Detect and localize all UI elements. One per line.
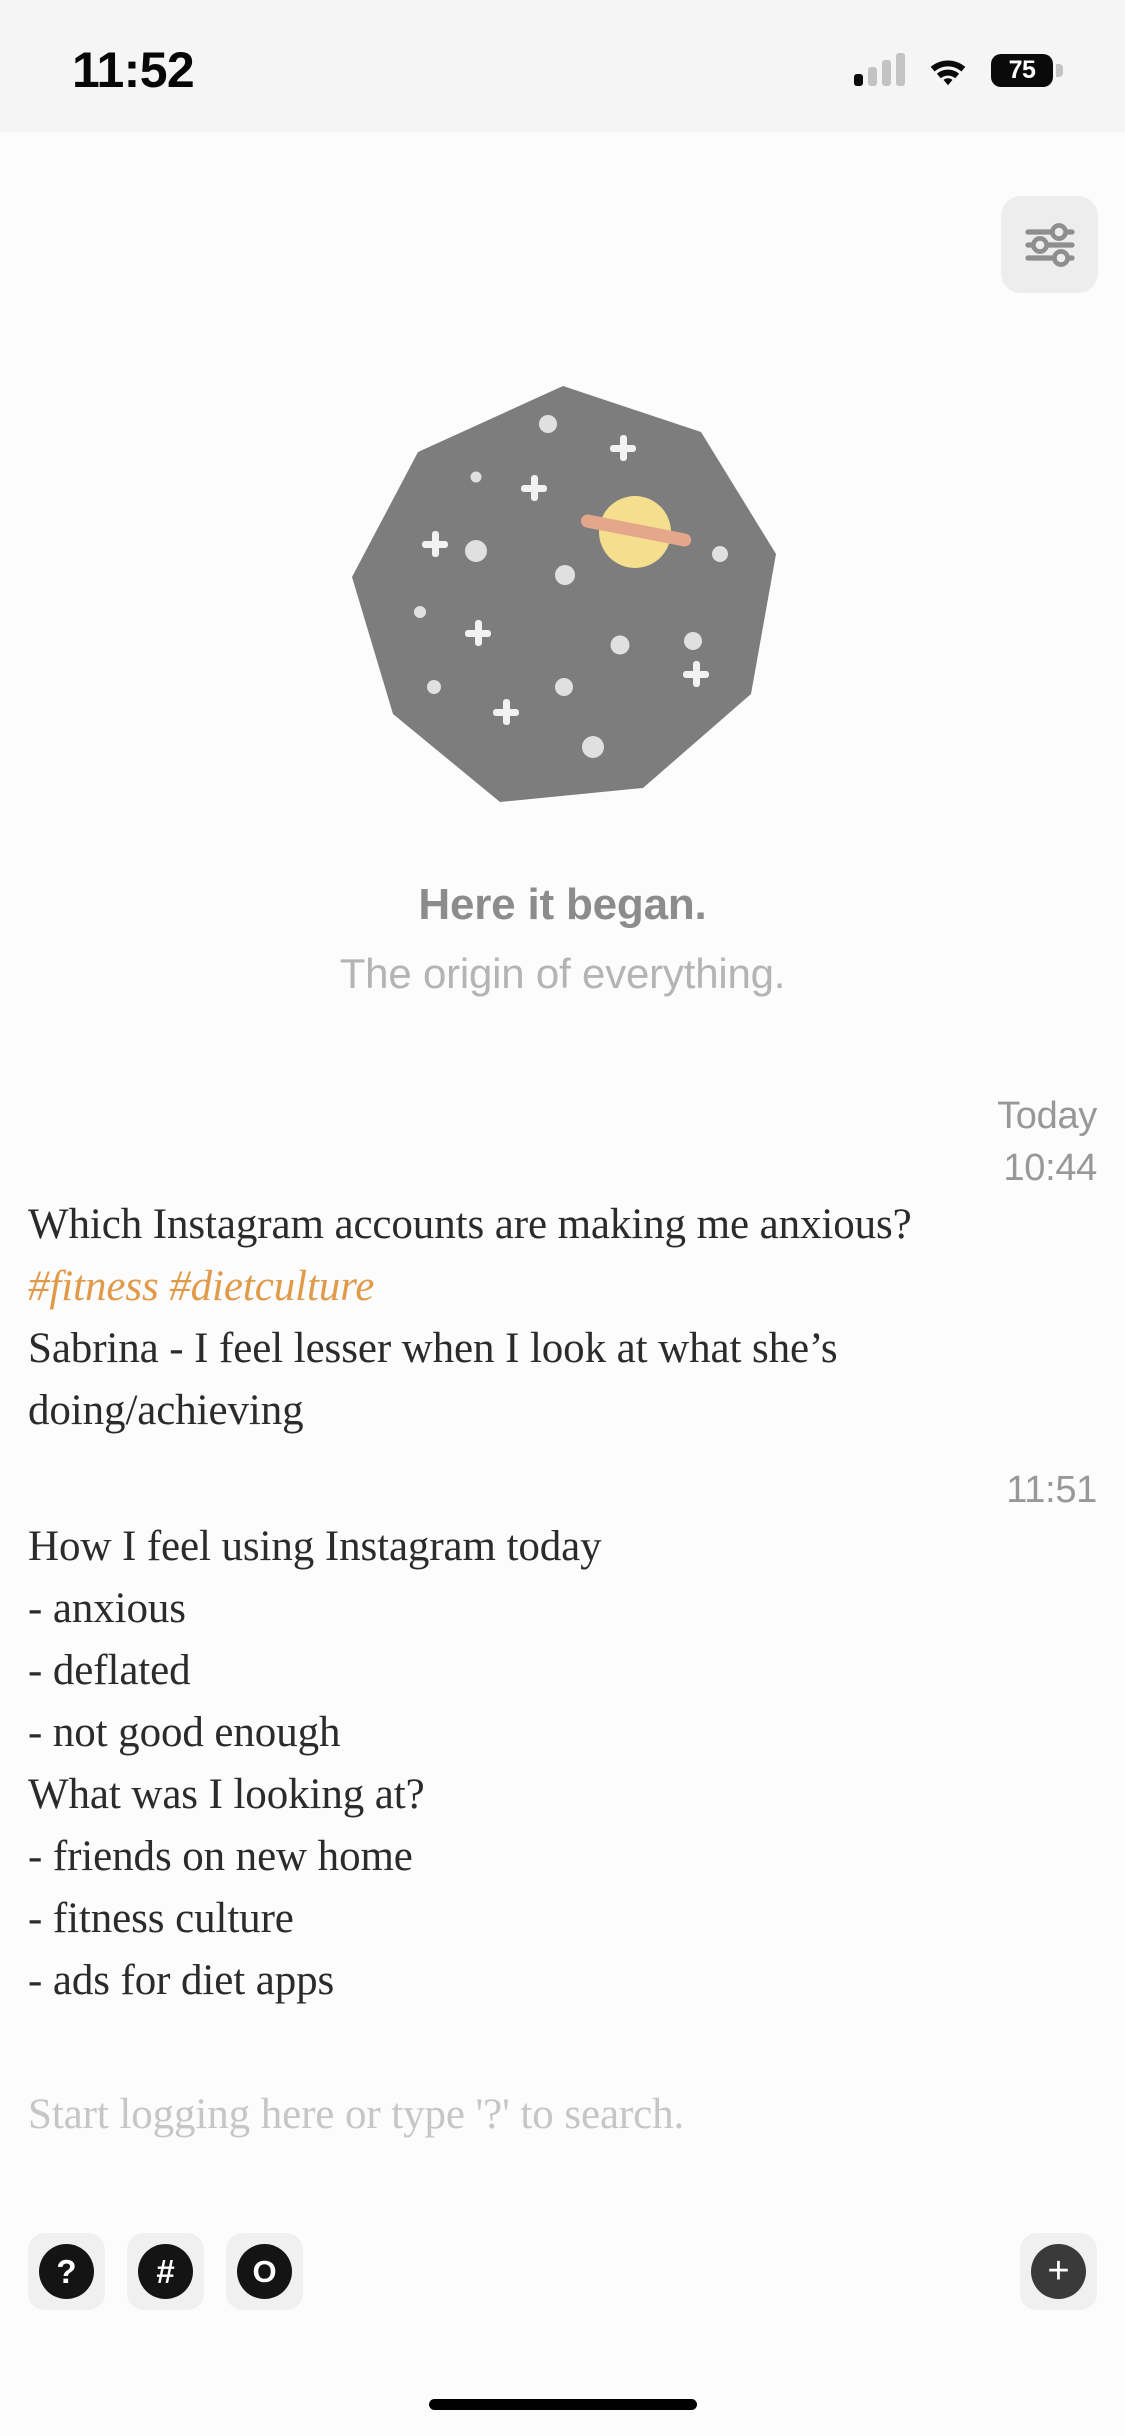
entry-line: What was I looking at? <box>28 1771 425 1818</box>
entry-line: Sabrina - I feel lesser when I look at w… <box>28 1325 838 1434</box>
entry-body[interactable]: Which Instagram accounts are making me a… <box>28 1194 1097 1442</box>
entry-line: - ads for diet apps <box>28 1957 335 2004</box>
battery-level: 75 <box>1008 55 1036 84</box>
entry-date-label: Today <box>997 1095 1097 1137</box>
status-indicators: 75 <box>854 53 1063 87</box>
add-button[interactable]: + <box>1020 2232 1097 2310</box>
entry-line: - anxious <box>28 1585 186 1632</box>
entry-line: - deflated <box>28 1647 191 1694</box>
object-button[interactable]: O <box>226 2232 303 2310</box>
sliders-settings-icon <box>1024 222 1075 267</box>
entry-line: How I feel using Instagram today <box>28 1523 602 1570</box>
entry-time-label: 10:44 <box>1003 1147 1097 1189</box>
hero-subtitle: The origin of everything. <box>339 950 786 997</box>
settings-button[interactable] <box>1001 196 1098 293</box>
help-button[interactable]: ? <box>28 2232 105 2310</box>
journal-feed: Today 10:44 Which Instagram accounts are m… <box>0 1090 1125 2012</box>
tag-button[interactable]: # <box>127 2232 204 2310</box>
bottom-toolbar: ? # O + <box>0 2216 1125 2326</box>
space-nonagon-planet-illustration <box>351 386 776 802</box>
home-indicator <box>428 2399 697 2410</box>
battery-icon: 75 <box>991 53 1063 87</box>
cellular-signal-icon <box>854 53 905 86</box>
hero-title: Here it began. <box>418 880 707 929</box>
entry-line: - fitness culture <box>28 1895 294 1942</box>
entry-line: Which Instagram accounts are making me a… <box>28 1201 912 1248</box>
entry-line: - friends on new home <box>28 1833 413 1880</box>
status-bar: 11:52 75 <box>0 0 1125 132</box>
entry-time-label: 11:51 <box>1006 1469 1097 1511</box>
log-input-placeholder[interactable]: Start logging here or type '?' to search… <box>28 2090 684 2139</box>
hash-icon: # <box>138 2243 193 2299</box>
plus-icon: + <box>1031 2243 1086 2299</box>
entry-line: - not good enough <box>28 1709 341 1756</box>
entry-spacer <box>28 1442 1097 1464</box>
status-time: 11:52 <box>72 42 195 98</box>
question-mark-icon: ? <box>39 2243 94 2299</box>
app-screen: 11:52 75 Here it began. The origin of ev… <box>0 0 1125 2436</box>
toolbar-actions: ? # O <box>28 2232 303 2310</box>
circle-o-icon: O <box>237 2243 292 2299</box>
entry-hashtags[interactable]: #fitness #dietculture <box>28 1256 1097 1318</box>
wifi-icon <box>927 54 969 86</box>
hero-illustration <box>0 384 1125 844</box>
entry-body[interactable]: How I feel using Instagram today - anxiou… <box>28 1516 1097 2012</box>
